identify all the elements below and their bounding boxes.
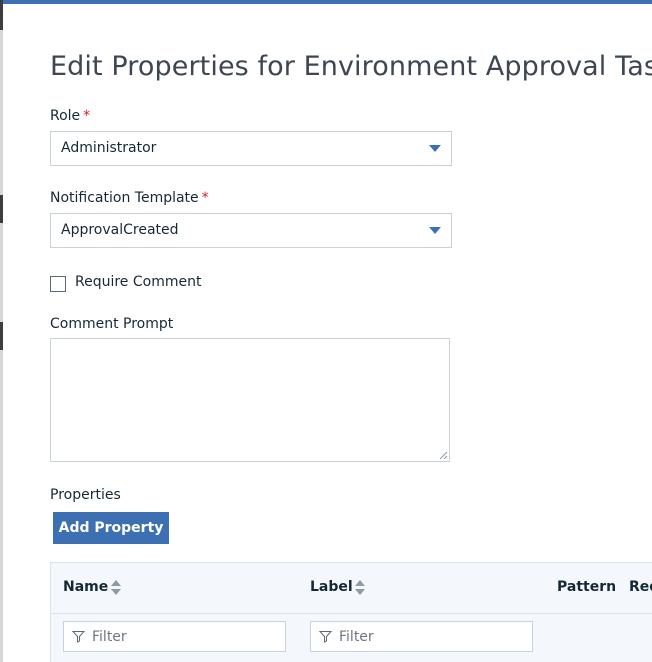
background-page-strip: [0, 0, 3, 662]
background-mark: [0, 322, 3, 350]
sort-icon[interactable]: [355, 580, 365, 596]
properties-label: Properties: [50, 487, 121, 503]
comment-prompt-label: Comment Prompt: [50, 316, 174, 332]
edit-properties-dialog: Edit Properties for Environment Approval…: [4, 4, 652, 662]
role-label: Role *: [50, 108, 90, 124]
notification-template-label-text: Notification Template: [50, 190, 199, 206]
require-comment-label[interactable]: Require Comment: [75, 274, 201, 290]
required-marker: *: [83, 108, 91, 124]
role-select[interactable]: Administrator: [50, 131, 452, 166]
add-property-button[interactable]: Add Property: [53, 512, 169, 544]
role-label-text: Role: [50, 108, 81, 124]
notification-template-select[interactable]: ApprovalCreated: [50, 213, 452, 248]
require-comment-checkbox[interactable]: [50, 276, 66, 292]
properties-table: Name Label Pattern Req: [50, 562, 652, 662]
filter-icon: [319, 631, 332, 643]
required-marker: *: [201, 190, 209, 206]
column-header-label[interactable]: Label: [310, 579, 353, 595]
column-header-pattern: Pattern: [557, 579, 617, 595]
column-header-name[interactable]: Name: [63, 579, 108, 595]
comment-prompt-textarea[interactable]: [50, 338, 450, 462]
name-filter-input[interactable]: [92, 627, 277, 647]
chevron-down-icon: [429, 227, 441, 234]
sort-icon[interactable]: [111, 580, 121, 596]
name-filter-field[interactable]: [63, 621, 286, 652]
notification-template-select-value: ApprovalCreated: [61, 222, 179, 238]
dialog-title: Edit Properties for Environment Approval…: [50, 51, 652, 82]
label-filter-input[interactable]: [339, 627, 524, 647]
notification-template-label: Notification Template *: [50, 190, 209, 206]
filter-icon: [72, 631, 85, 643]
role-select-value: Administrator: [61, 140, 157, 156]
background-mark: [0, 0, 3, 30]
resize-handle-icon[interactable]: [438, 450, 448, 460]
chevron-down-icon: [429, 145, 441, 152]
label-filter-field[interactable]: [310, 621, 533, 652]
header-divider: [51, 613, 652, 614]
background-mark: [0, 195, 3, 223]
column-header-required: Req: [629, 579, 652, 595]
